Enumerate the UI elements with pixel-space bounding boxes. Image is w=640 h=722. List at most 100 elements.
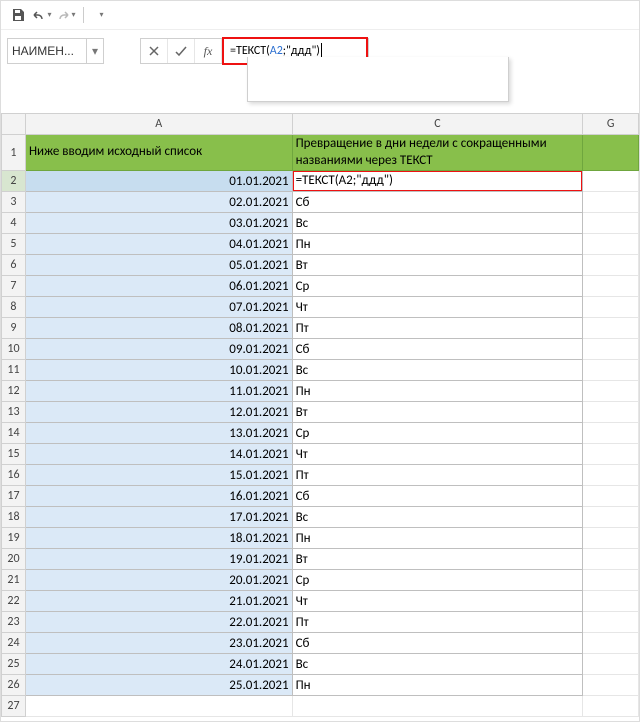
cell-C22[interactable]: Чт: [292, 591, 583, 612]
cell-C17[interactable]: Сб: [292, 486, 583, 507]
chevron-down-icon[interactable]: ▾: [47, 10, 51, 20]
cell-A19[interactable]: 18.01.2021: [25, 528, 292, 549]
select-all-corner[interactable]: [2, 114, 26, 135]
cell-C15[interactable]: Чт: [292, 444, 583, 465]
cell-G20[interactable]: [583, 549, 639, 570]
name-box-dropdown[interactable]: ▾: [86, 39, 103, 63]
row-header[interactable]: 3: [2, 192, 26, 213]
cell-C14[interactable]: Ср: [292, 423, 583, 444]
cell-A10[interactable]: 09.01.2021: [25, 339, 292, 360]
cell-C20[interactable]: Вт: [292, 549, 583, 570]
row-header[interactable]: 9: [2, 318, 26, 339]
cell-A3[interactable]: 02.01.2021: [25, 192, 292, 213]
cell-A24[interactable]: 23.01.2021: [25, 633, 292, 654]
cell-G9[interactable]: [583, 318, 639, 339]
cell-G13[interactable]: [583, 402, 639, 423]
row-header[interactable]: 24: [2, 633, 26, 654]
cell-A11[interactable]: 10.01.2021: [25, 360, 292, 381]
row-header[interactable]: 11: [2, 360, 26, 381]
cell-A27[interactable]: [25, 696, 292, 717]
cell-G21[interactable]: [583, 570, 639, 591]
cell-G4[interactable]: [583, 213, 639, 234]
cell-G19[interactable]: [583, 528, 639, 549]
cell-G18[interactable]: [583, 507, 639, 528]
cell-C27[interactable]: [292, 696, 583, 717]
cell-G23[interactable]: [583, 612, 639, 633]
cell-A18[interactable]: 17.01.2021: [25, 507, 292, 528]
row-header[interactable]: 14: [2, 423, 26, 444]
header-cell-C1[interactable]: Превращение в дни недели с сокращенными …: [292, 135, 583, 171]
cell-A2[interactable]: 01.01.2021: [25, 171, 292, 192]
cell-A9[interactable]: 08.01.2021: [25, 318, 292, 339]
cell-C21[interactable]: Ср: [292, 570, 583, 591]
cell-C18[interactable]: Вс: [292, 507, 583, 528]
cell-A23[interactable]: 22.01.2021: [25, 612, 292, 633]
row-header[interactable]: 15: [2, 444, 26, 465]
row-header[interactable]: 26: [2, 675, 26, 696]
cell-A26[interactable]: 25.01.2021: [25, 675, 292, 696]
cell-G5[interactable]: [583, 234, 639, 255]
cell-G17[interactable]: [583, 486, 639, 507]
cell-G16[interactable]: [583, 465, 639, 486]
cell-C11[interactable]: Вс: [292, 360, 583, 381]
row-header[interactable]: 10: [2, 339, 26, 360]
cell-C4[interactable]: Вс: [292, 213, 583, 234]
cell-A12[interactable]: 11.01.2021: [25, 381, 292, 402]
row-header[interactable]: 6: [2, 255, 26, 276]
cell-A6[interactable]: 05.01.2021: [25, 255, 292, 276]
cell-C12[interactable]: Пн: [292, 381, 583, 402]
row-header[interactable]: 12: [2, 381, 26, 402]
cell-C8[interactable]: Чт: [292, 297, 583, 318]
cell-C24[interactable]: Сб: [292, 633, 583, 654]
row-header[interactable]: 17: [2, 486, 26, 507]
row-header[interactable]: 13: [2, 402, 26, 423]
name-box-input[interactable]: [8, 44, 86, 58]
cell-A16[interactable]: 15.01.2021: [25, 465, 292, 486]
cell-G22[interactable]: [583, 591, 639, 612]
cell-A22[interactable]: 21.01.2021: [25, 591, 292, 612]
cell-C6[interactable]: Вт: [292, 255, 583, 276]
row-header[interactable]: 16: [2, 465, 26, 486]
cell-G6[interactable]: [583, 255, 639, 276]
enter-icon[interactable]: [168, 39, 195, 63]
cell-C19[interactable]: Пн: [292, 528, 583, 549]
insert-function-icon[interactable]: fx: [195, 39, 222, 63]
cell-A15[interactable]: 14.01.2021: [25, 444, 292, 465]
row-header[interactable]: 5: [2, 234, 26, 255]
cell-A14[interactable]: 13.01.2021: [25, 423, 292, 444]
cancel-icon[interactable]: [141, 39, 168, 63]
cell-A21[interactable]: 20.01.2021: [25, 570, 292, 591]
cell-G8[interactable]: [583, 297, 639, 318]
cell-G12[interactable]: [583, 381, 639, 402]
cell-A5[interactable]: 04.01.2021: [25, 234, 292, 255]
cell-C16[interactable]: Пт: [292, 465, 583, 486]
cell-G10[interactable]: [583, 339, 639, 360]
formula-bar-expanded-area[interactable]: [247, 57, 509, 102]
row-header[interactable]: 27: [2, 696, 26, 717]
column-header-C[interactable]: C: [292, 114, 583, 135]
row-header[interactable]: 2: [2, 171, 26, 192]
undo-icon[interactable]: ▾: [31, 5, 53, 25]
cell-A20[interactable]: 19.01.2021: [25, 549, 292, 570]
cell-C2[interactable]: =ТЕКСТ(A2;"ддд"): [292, 171, 583, 192]
cell-G27[interactable]: [583, 696, 639, 717]
worksheet-grid[interactable]: A C G 1 Ниже вводим исходный список Прев…: [1, 113, 639, 721]
cell-G7[interactable]: [583, 276, 639, 297]
cell-C23[interactable]: Пт: [292, 612, 583, 633]
cell-A13[interactable]: 12.01.2021: [25, 402, 292, 423]
cell-G11[interactable]: [583, 360, 639, 381]
row-header[interactable]: 25: [2, 654, 26, 675]
cell-G26[interactable]: [583, 675, 639, 696]
cell-C26[interactable]: Пн: [292, 675, 583, 696]
row-header[interactable]: 7: [2, 276, 26, 297]
cell-C13[interactable]: Вт: [292, 402, 583, 423]
row-header[interactable]: 4: [2, 213, 26, 234]
header-cell-A1[interactable]: Ниже вводим исходный список: [25, 135, 292, 171]
row-header[interactable]: 1: [2, 135, 26, 171]
cell-G1[interactable]: [583, 135, 639, 171]
cell-A8[interactable]: 07.01.2021: [25, 297, 292, 318]
cell-C25[interactable]: Вс: [292, 654, 583, 675]
redo-icon[interactable]: ▾: [55, 5, 77, 25]
qat-customize-icon[interactable]: ▾: [90, 5, 112, 25]
cell-C7[interactable]: Ср: [292, 276, 583, 297]
